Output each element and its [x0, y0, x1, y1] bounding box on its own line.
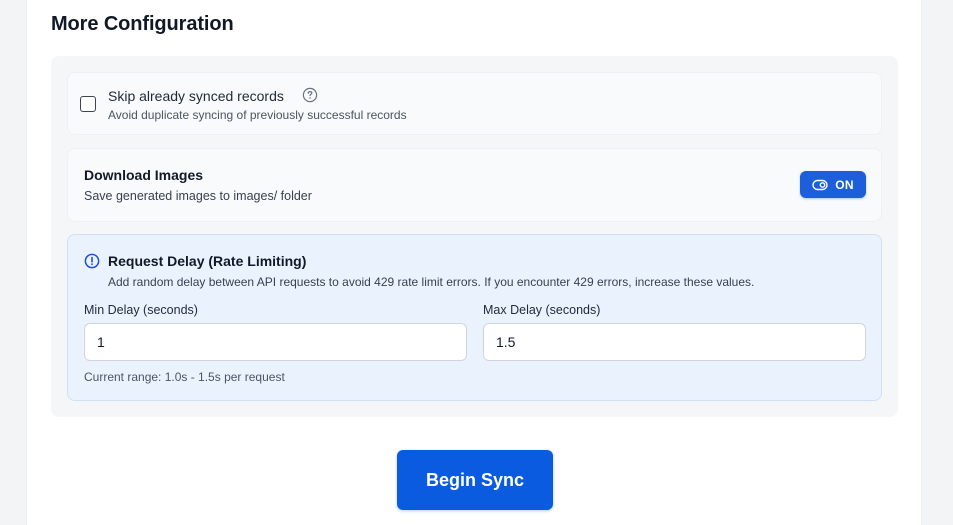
max-delay-input[interactable] [483, 323, 866, 361]
skip-synced-description: Avoid duplicate syncing of previously su… [108, 108, 407, 122]
skip-synced-option: Skip already synced records Avoid duplic… [67, 72, 882, 135]
options-panel: Skip already synced records Avoid duplic… [51, 56, 898, 417]
toggle-label: ON [835, 177, 854, 192]
skip-synced-checkbox[interactable] [80, 96, 96, 112]
question-circle-icon[interactable] [302, 87, 318, 103]
max-delay-label: Max Delay (seconds) [483, 303, 601, 317]
info-circle-icon [84, 253, 100, 269]
begin-sync-button[interactable]: Begin Sync [397, 450, 553, 510]
section-title: More Configuration [51, 13, 234, 35]
current-range-note: Current range: 1.0s - 1.5s per request [84, 370, 285, 384]
skip-synced-title: Skip already synced records [108, 88, 284, 104]
download-images-title: Download Images [84, 167, 204, 183]
download-images-toggle[interactable]: ON [800, 171, 866, 198]
download-images-description: Save generated images to images/ folder [84, 189, 312, 203]
configuration-card: More Configuration Skip already synced r… [26, 0, 922, 525]
request-delay-card: Request Delay (Rate Limiting) Add random… [67, 234, 882, 401]
request-delay-title: Request Delay (Rate Limiting) [108, 253, 307, 269]
min-delay-label: Min Delay (seconds) [84, 303, 198, 317]
min-delay-input[interactable] [84, 323, 467, 361]
download-images-option: Download Images Save generated images to… [67, 148, 882, 222]
request-delay-description: Add random delay between API requests to… [108, 275, 755, 289]
eye-icon [812, 179, 828, 190]
